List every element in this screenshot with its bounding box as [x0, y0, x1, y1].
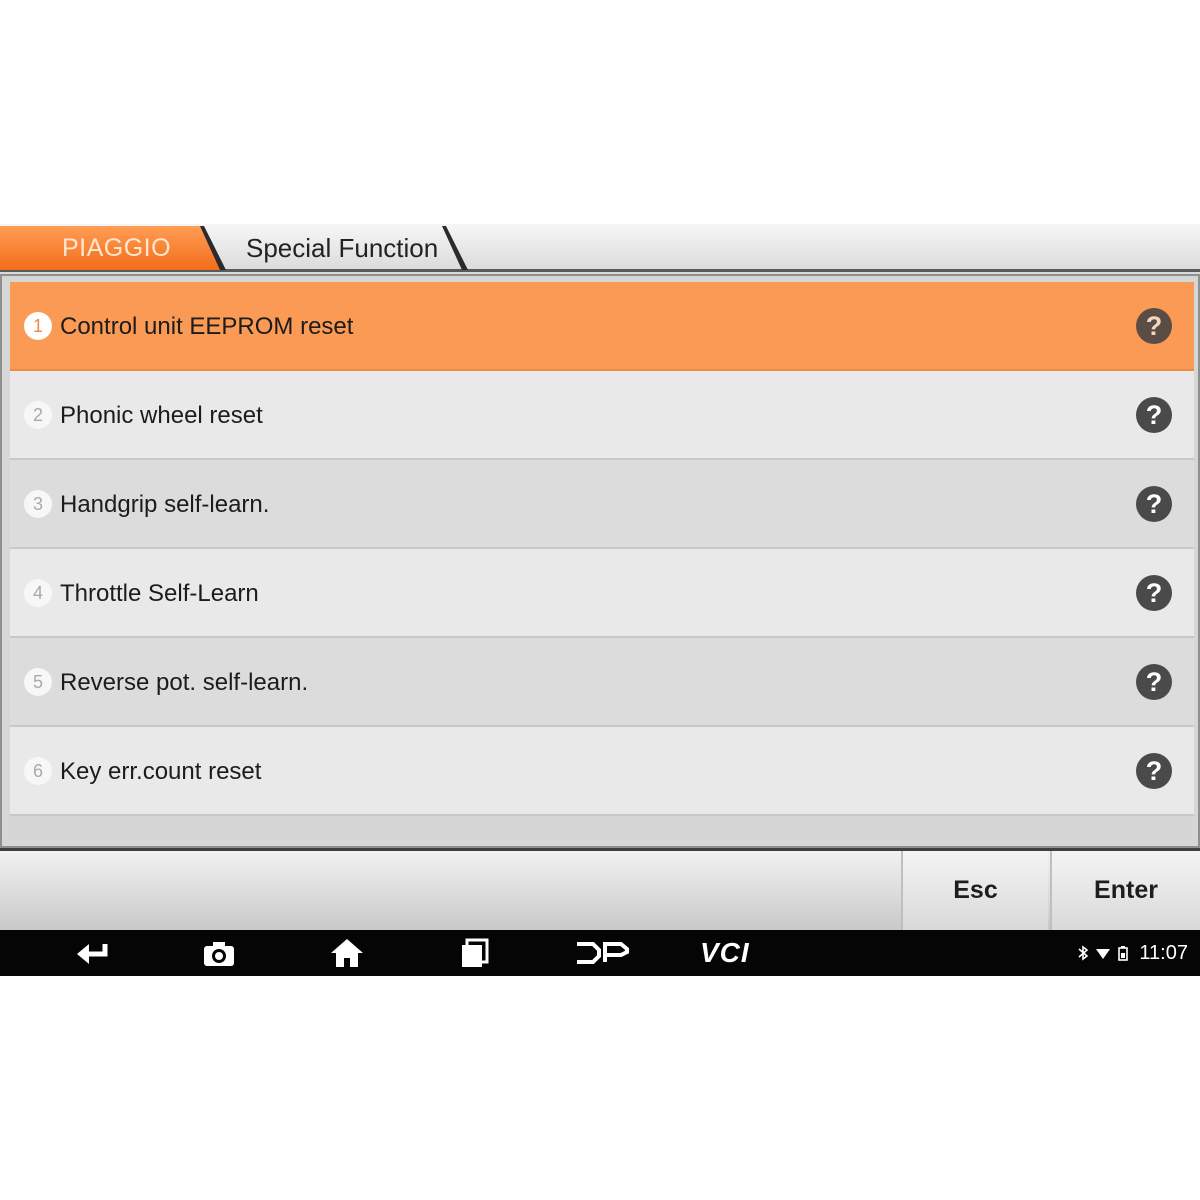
camera-icon[interactable] [202, 938, 236, 968]
item-number: 2 [24, 401, 52, 429]
bluetooth-icon [1078, 945, 1089, 961]
help-icon[interactable]: ? [1136, 486, 1172, 522]
item-label: Reverse pot. self-learn. [60, 669, 309, 696]
recent-apps-icon[interactable] [458, 938, 492, 968]
battery-icon [1118, 946, 1129, 961]
clock: 11:07 [1139, 941, 1188, 964]
item-number: 4 [24, 579, 52, 607]
app-screen: PIAGGIO Special Function 1 Control unit … [0, 224, 1200, 976]
help-icon[interactable]: ? [1136, 575, 1172, 611]
item-label: Throttle Self-Learn [60, 580, 259, 607]
item-number: 5 [24, 668, 52, 696]
home-icon[interactable] [330, 938, 364, 968]
help-icon[interactable]: ? [1136, 664, 1172, 700]
wifi-icon [1096, 949, 1111, 959]
status-area: 11:07 [1075, 930, 1188, 976]
breadcrumb-brand[interactable]: PIAGGIO [0, 226, 220, 270]
esc-button[interactable]: Esc [901, 851, 1048, 930]
list-item[interactable]: 5 Reverse pot. self-learn. ? [10, 638, 1194, 727]
system-nav-bar: VCI 11:07 [0, 930, 1200, 976]
list-item[interactable]: 1 Control unit EEPROM reset ? [10, 282, 1194, 371]
list-item[interactable]: 2 Phonic wheel reset ? [10, 371, 1194, 460]
item-number: 3 [24, 490, 52, 518]
breadcrumb: PIAGGIO Special Function [0, 224, 1200, 272]
item-label: Phonic wheel reset [60, 402, 263, 429]
breadcrumb-page[interactable]: Special Function [218, 226, 468, 270]
vci-button[interactable]: VCI [700, 936, 770, 970]
list-item[interactable]: 3 Handgrip self-learn. ? [10, 460, 1194, 549]
function-list: 1 Control unit EEPROM reset ? 2 Phonic w… [0, 274, 1200, 848]
list-item[interactable]: 4 Throttle Self-Learn ? [10, 549, 1194, 638]
help-icon[interactable]: ? [1136, 753, 1172, 789]
item-number: 6 [24, 757, 52, 785]
enter-button[interactable]: Enter [1050, 851, 1200, 930]
back-icon[interactable] [75, 938, 109, 968]
item-label: Control unit EEPROM reset [60, 313, 354, 340]
action-bar: Esc Enter [0, 848, 1200, 930]
dp-icon[interactable] [575, 941, 629, 965]
item-label: Key err.count reset [60, 758, 262, 785]
help-icon[interactable]: ? [1136, 308, 1172, 344]
list-item[interactable]: 6 Key err.count reset ? [10, 727, 1194, 816]
help-icon[interactable]: ? [1136, 397, 1172, 433]
item-label: Handgrip self-learn. [60, 491, 270, 518]
item-number: 1 [24, 312, 52, 340]
